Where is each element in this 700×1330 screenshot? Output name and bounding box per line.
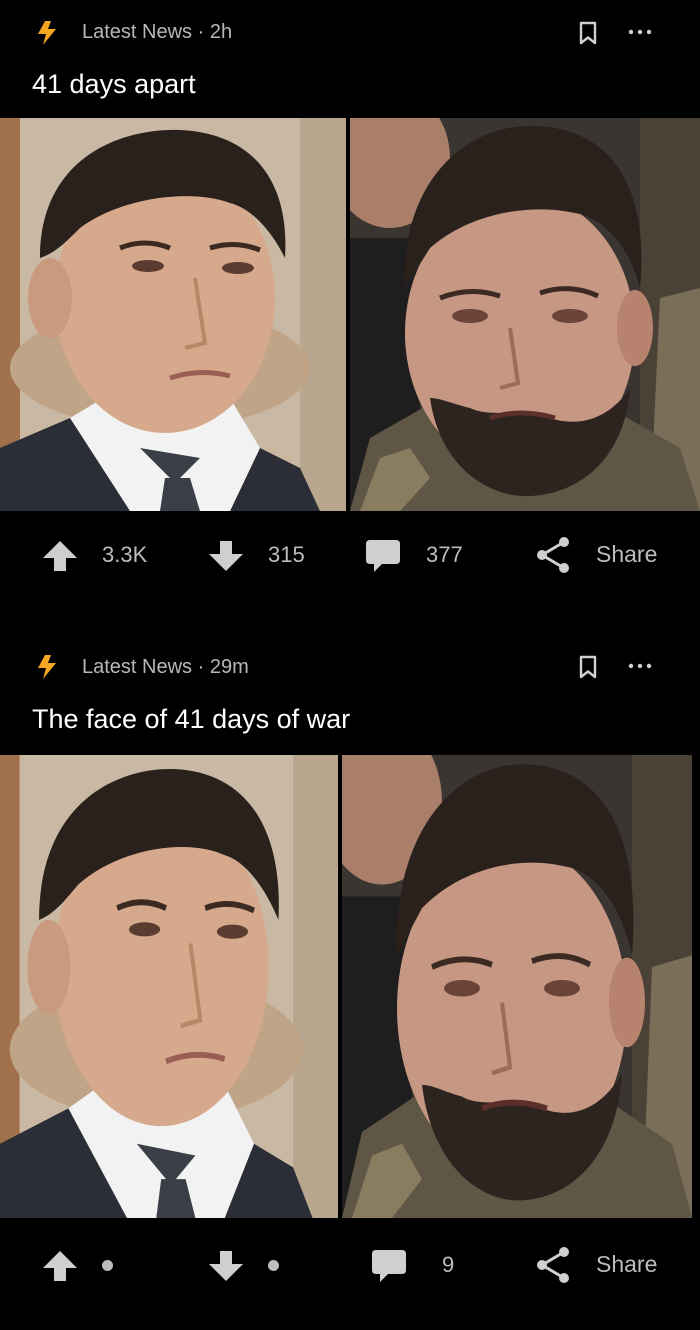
comment-icon[interactable] [370, 1248, 408, 1284]
meta-separator: · [197, 656, 210, 678]
post-time: 29m [209, 656, 249, 678]
post-image-left[interactable] [0, 118, 346, 511]
post-image-left[interactable] [0, 755, 338, 1218]
source-link[interactable]: Latest News [82, 656, 192, 678]
post-meta: Latest News · 29m [82, 656, 249, 679]
arrow-up-icon[interactable] [42, 538, 78, 574]
upvote-count: 3.3K [102, 542, 148, 567]
post-title[interactable]: 41 days apart [32, 69, 196, 100]
photo-fleece [350, 118, 700, 511]
meta-separator: · [197, 21, 210, 43]
photo-fleece [342, 755, 692, 1218]
share-icon[interactable] [534, 1246, 572, 1284]
post-time: 2h [209, 21, 233, 43]
share-button[interactable]: Share [596, 541, 657, 568]
photo-suit [0, 118, 346, 511]
lightning-icon [38, 21, 56, 45]
downvote-count: 315 [268, 542, 305, 567]
post-image-right[interactable] [350, 118, 700, 511]
comment-count: 9 [442, 1252, 455, 1277]
arrow-down-icon[interactable] [208, 538, 244, 574]
share-icon[interactable] [534, 536, 572, 574]
photo-suit [0, 755, 338, 1218]
comment-count: 377 [426, 542, 463, 567]
comment-icon[interactable] [364, 538, 402, 574]
arrow-up-icon[interactable] [42, 1248, 78, 1284]
arrow-down-icon[interactable] [208, 1248, 244, 1284]
post-title[interactable]: The face of 41 days of war [32, 704, 350, 735]
upvote-count-placeholder-dot [102, 1260, 113, 1271]
post-meta: Latest News · 2h [82, 21, 232, 44]
lightning-icon [38, 655, 56, 679]
post-image-right[interactable] [342, 755, 692, 1218]
more-options-icon[interactable] [628, 662, 652, 670]
share-button[interactable]: Share [596, 1251, 657, 1278]
downvote-count-placeholder-dot [268, 1260, 279, 1271]
more-options-icon[interactable] [628, 28, 652, 36]
source-link[interactable]: Latest News [82, 21, 192, 43]
bookmark-icon[interactable] [578, 655, 598, 679]
bookmark-icon[interactable] [578, 21, 598, 45]
